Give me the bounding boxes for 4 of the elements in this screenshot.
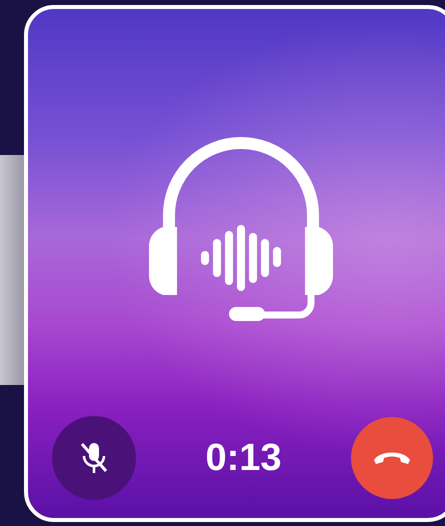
- call-timer: 0:13: [205, 436, 282, 480]
- phone-icon: [372, 450, 412, 466]
- headset-icon: [149, 134, 333, 320]
- microphone-icon: [79, 441, 109, 475]
